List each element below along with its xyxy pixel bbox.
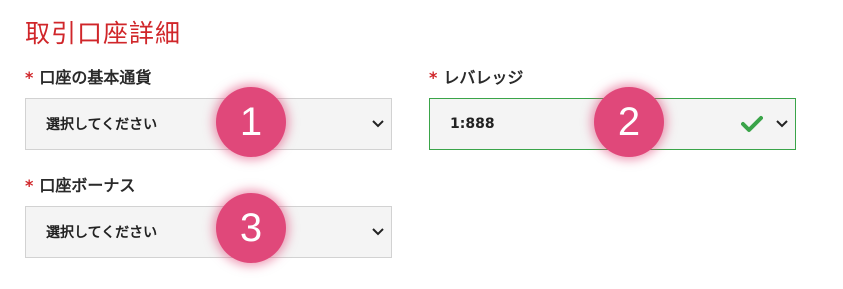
step-badge-2: 2: [594, 87, 664, 157]
base-currency-value: 選択してください: [46, 117, 158, 133]
account-bonus-value: 選択してください: [46, 225, 158, 241]
chevron-down-icon: [776, 120, 788, 128]
leverage-label: * レバレッジ: [429, 64, 523, 88]
required-mark: *: [25, 68, 34, 87]
checkmark-icon: [741, 116, 763, 132]
leverage-label-text: レバレッジ: [443, 68, 524, 87]
required-mark: *: [429, 68, 438, 87]
account-bonus-label: * 口座ボーナス: [25, 172, 135, 196]
base-currency-select[interactable]: 選択してください: [25, 98, 392, 150]
step-badge-1: 1: [216, 87, 286, 157]
chevron-down-icon: [372, 120, 384, 128]
base-currency-label-text: 口座の基本通貨: [39, 68, 152, 87]
leverage-value: 1:888: [450, 116, 495, 132]
section-title: 取引口座詳細: [25, 19, 182, 48]
account-bonus-label-text: 口座ボーナス: [39, 176, 136, 195]
account-bonus-select[interactable]: 選択してください: [25, 206, 392, 258]
chevron-down-icon: [372, 228, 384, 236]
step-badge-3: 3: [216, 193, 286, 263]
base-currency-label: * 口座の基本通貨: [25, 64, 151, 88]
required-mark: *: [25, 176, 34, 195]
